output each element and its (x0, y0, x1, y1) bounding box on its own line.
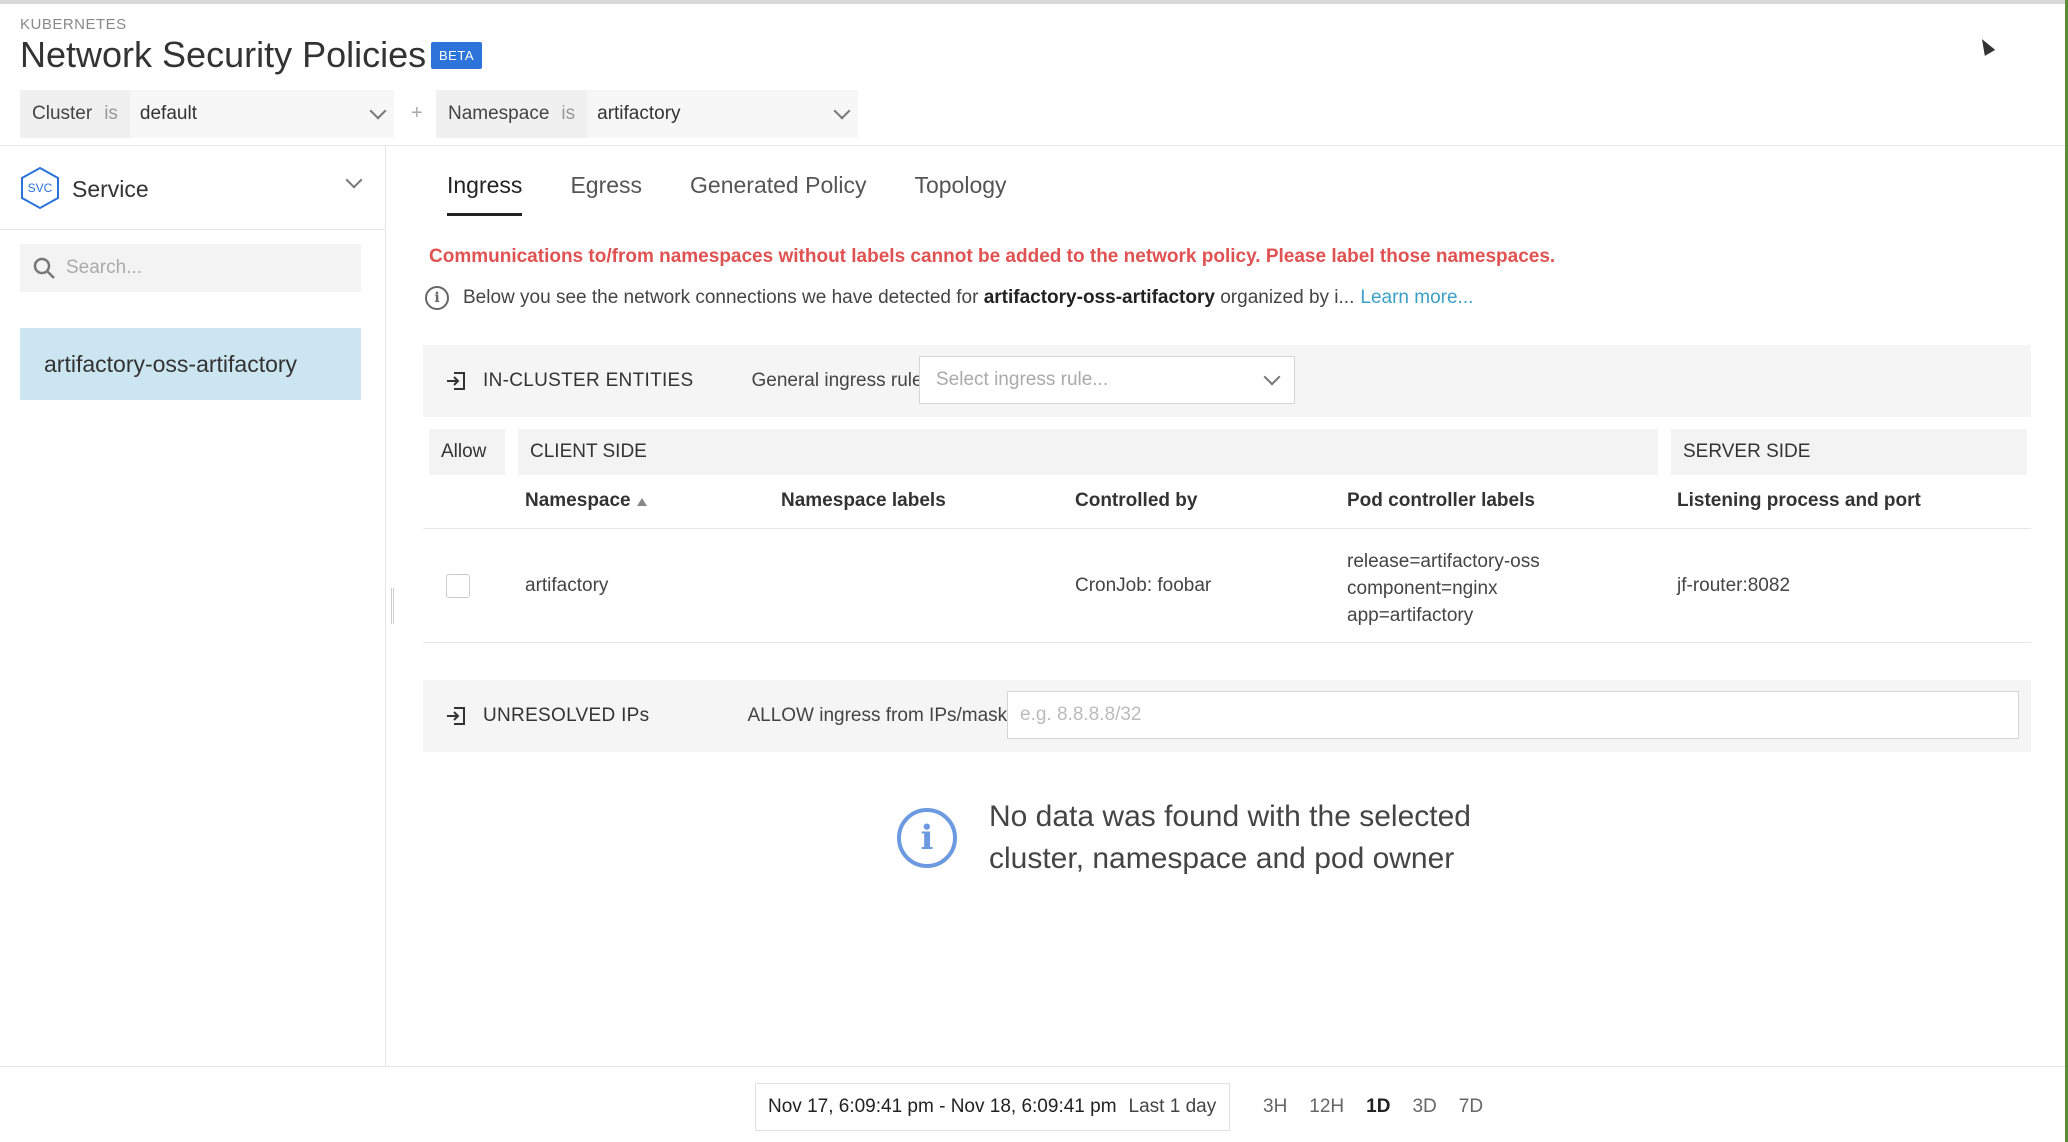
ingress-rule-placeholder: Select ingress rule... (936, 369, 1109, 390)
column-pod-labels[interactable]: Pod controller labels (1347, 490, 1535, 512)
mouse-cursor-icon (1976, 36, 1996, 56)
time-range-label: Last 1 day (1128, 1096, 1217, 1117)
cluster-filter-op: is (104, 103, 118, 124)
sidebar: SVC Service artifactory-oss-artifactory (0, 146, 386, 1066)
service-icon-text: SVC (28, 181, 53, 195)
preset-12h[interactable]: 12H (1309, 1096, 1344, 1118)
cluster-select[interactable]: default (129, 90, 394, 138)
resource-type-selector[interactable]: SVC Service (0, 146, 385, 230)
column-namespace-labels[interactable]: Namespace labels (781, 490, 946, 512)
sort-ascending-icon (636, 498, 647, 506)
main-panel: Ingress Egress Generated Policy Topology… (387, 146, 2065, 1066)
ingress-rules-label: General ingress rules (751, 370, 933, 391)
info-icon: i (897, 808, 957, 868)
time-range-value: Nov 17, 6:09:41 pm - Nov 18, 6:09:41 pm (768, 1096, 1117, 1117)
ip-mask-field[interactable] (1007, 691, 2019, 739)
time-range-picker[interactable]: Nov 17, 6:09:41 pm - Nov 18, 6:09:41 pm … (755, 1083, 1230, 1131)
preset-3h[interactable]: 3H (1263, 1096, 1287, 1118)
sidebar-item-service[interactable]: artifactory-oss-artifactory (20, 328, 361, 400)
warning-message: Communications to/from namespaces withou… (429, 246, 1556, 267)
beta-badge: BETA (431, 42, 482, 69)
enter-icon (447, 707, 465, 725)
chevron-down-icon[interactable] (833, 102, 851, 120)
preset-3d[interactable]: 3D (1412, 1096, 1436, 1118)
chevron-down-icon (1263, 368, 1281, 386)
column-namespace[interactable]: Namespace (525, 490, 647, 512)
unresolved-ips-section: UNRESOLVED IPs ALLOW ingress from IPs/ma… (423, 680, 2031, 752)
tab-ingress[interactable]: Ingress (447, 172, 523, 216)
allow-checkbox[interactable] (446, 574, 470, 598)
tab-topology[interactable]: Topology (914, 172, 1006, 216)
enter-icon (447, 372, 465, 390)
allow-group-header: Allow (429, 429, 505, 475)
server-side-header: SERVER SIDE (1671, 429, 2027, 475)
empty-state-message: No data was found with the selected clus… (989, 796, 1509, 880)
client-side-header: CLIENT SIDE (518, 429, 1658, 475)
page-title: Network Security Policies (20, 34, 427, 75)
cluster-filter-label: Cluster (32, 103, 93, 124)
empty-state-line: cluster, namespace and pod owner (989, 842, 1455, 875)
namespace-filter-op: is (561, 103, 576, 124)
resource-type-label: Service (72, 176, 149, 202)
cluster-value: default (139, 103, 197, 124)
chevron-down-icon[interactable] (345, 171, 363, 189)
info-message: i Below you see the network connections … (425, 286, 1473, 310)
time-range-footer: Nov 17, 6:09:41 pm - Nov 18, 6:09:41 pm … (0, 1066, 2065, 1142)
namespace-value: artifactory (597, 103, 681, 124)
breadcrumb: KUBERNETES (20, 16, 127, 33)
header-divider (423, 528, 2031, 529)
info-prefix: Below you see the network connections we… (463, 287, 979, 308)
pod-label: component=nginx (1347, 578, 1498, 599)
service-hex-icon: SVC (21, 166, 59, 210)
allow-ips-label: ALLOW ingress from IPs/mask (747, 705, 1008, 726)
add-filter-icon[interactable]: + (411, 102, 423, 125)
cluster-filter[interactable]: Cluster is default (20, 90, 394, 138)
unresolved-ips-title: UNRESOLVED IPs (483, 705, 650, 726)
empty-state: i No data was found with the selected cl… (897, 796, 1509, 880)
ip-mask-input[interactable] (1020, 704, 2000, 726)
pod-label: release=artifactory-oss (1347, 551, 1540, 572)
tab-egress[interactable]: Egress (570, 172, 642, 216)
namespace-filter[interactable]: Namespace is artifactory (436, 90, 858, 138)
sidebar-search[interactable] (20, 244, 361, 292)
in-cluster-title: IN-CLUSTER ENTITIES (483, 370, 694, 391)
info-entity: artifactory-oss-artifactory (983, 287, 1215, 308)
info-icon: i (425, 286, 449, 310)
chevron-down-icon[interactable] (369, 102, 387, 120)
namespace-select[interactable]: artifactory (587, 90, 858, 138)
cluster-filter-key: Cluster is (20, 90, 130, 138)
tab-generated-policy[interactable]: Generated Policy (690, 172, 866, 216)
learn-more-link[interactable]: Learn more... (1360, 287, 1473, 309)
row-pod-labels: release=artifactory-oss component=nginx … (1347, 548, 1540, 629)
namespace-filter-key: Namespace is (436, 90, 588, 138)
row-listening: jf-router:8082 (1677, 575, 1791, 596)
search-icon (33, 257, 55, 279)
ingress-rule-select[interactable]: Select ingress rule... (919, 356, 1295, 404)
row-namespace: artifactory (525, 575, 609, 596)
column-controlled-by[interactable]: Controlled by (1075, 490, 1197, 512)
time-presets: 3H 12H 1D 3D 7D (1263, 1096, 1483, 1118)
preset-7d[interactable]: 7D (1459, 1096, 1483, 1118)
preset-1d[interactable]: 1D (1366, 1096, 1390, 1118)
info-suffix: organized by i... (1220, 287, 1355, 308)
namespace-filter-label: Namespace (448, 103, 550, 124)
empty-state-line: No data was found with the selected (989, 800, 1471, 833)
page-header: KUBERNETES Network Security Policies BET… (0, 4, 2065, 146)
tab-bar: Ingress Egress Generated Policy Topology (447, 172, 1007, 216)
column-listening[interactable]: Listening process and port (1677, 490, 1921, 512)
pod-label: app=artifactory (1347, 605, 1474, 626)
row-divider (423, 642, 2031, 643)
in-cluster-section: IN-CLUSTER ENTITIES General ingress rule… (423, 345, 2031, 417)
row-controlled-by: CronJob: foobar (1075, 575, 1212, 596)
column-namespace-label: Namespace (525, 490, 631, 511)
search-input[interactable] (66, 257, 346, 279)
